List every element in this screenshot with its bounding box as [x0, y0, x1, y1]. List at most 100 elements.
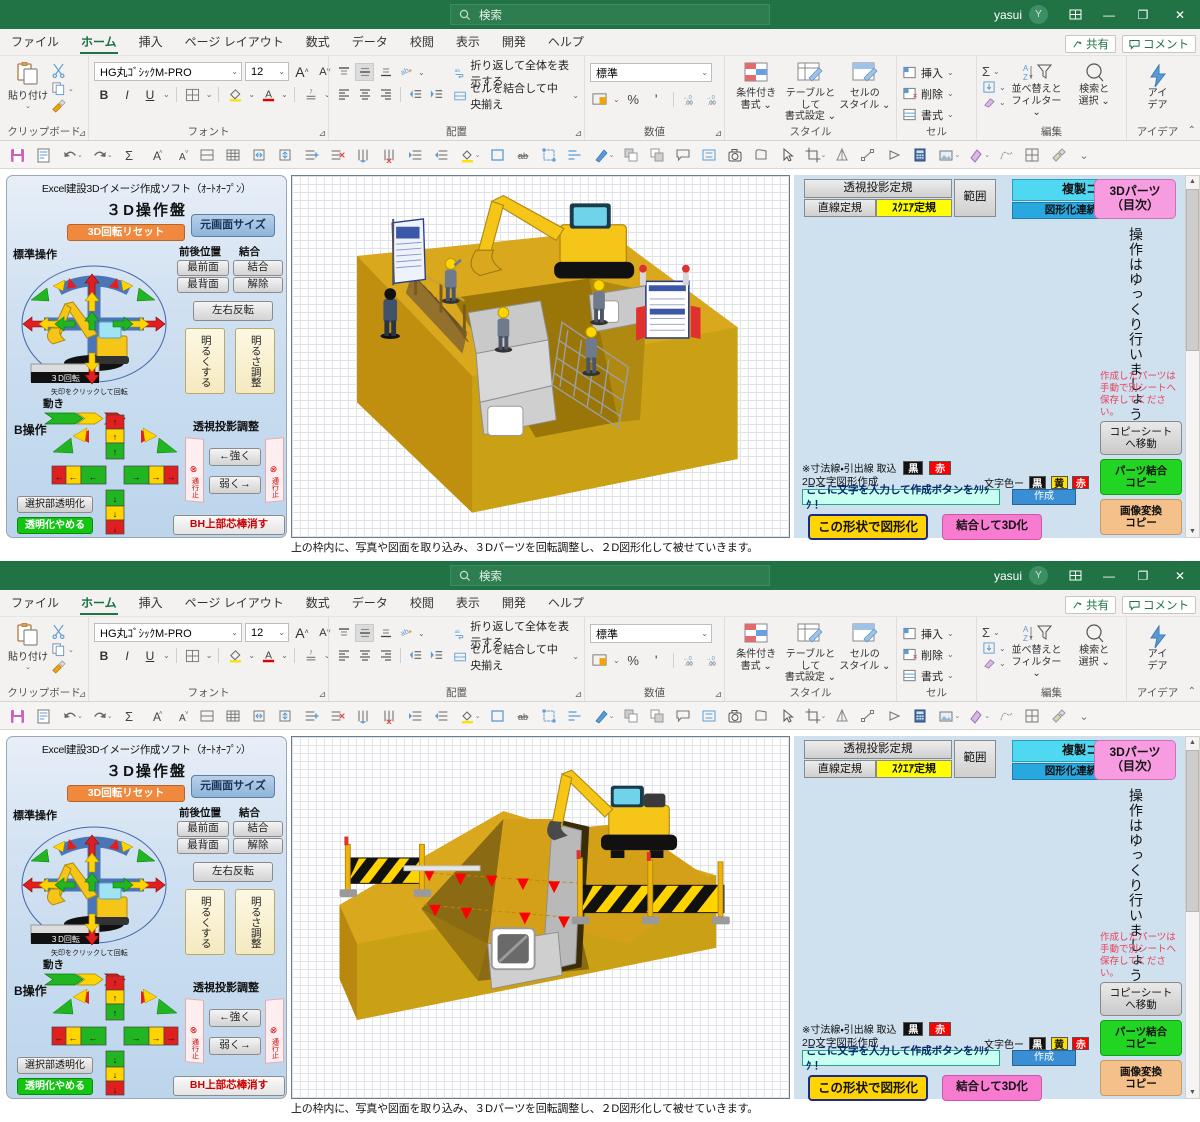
- save-icon[interactable]: [4, 143, 30, 167]
- tab-help[interactable]: ヘルプ: [537, 591, 595, 616]
- tab-page-layout[interactable]: ページ レイアウト: [174, 591, 295, 616]
- image-convert-copy-button[interactable]: 画像変換 コピー: [1100, 1060, 1182, 1096]
- 3d-rotate-reset-button[interactable]: 3D回転リセット: [67, 785, 185, 802]
- decrease-font-icon[interactable]: A ˅: [168, 704, 194, 728]
- ungroup-button[interactable]: 解除: [233, 838, 283, 854]
- align-objects-icon[interactable]: [562, 704, 588, 728]
- restore-window-icon[interactable]: [1058, 561, 1092, 590]
- align-center-button[interactable]: [355, 85, 374, 103]
- perspective-weaker-button[interactable]: 弱く→: [209, 1037, 261, 1055]
- flip-icon[interactable]: [829, 704, 855, 728]
- increase-indent-button[interactable]: [427, 646, 446, 664]
- fill-button[interactable]: ⌄: [982, 81, 1006, 94]
- number-dialog-launcher-icon[interactable]: ⊿: [714, 689, 722, 700]
- cell-styles-button[interactable]: セルの スタイル ⌄: [839, 623, 891, 672]
- scroll-down-arrow-icon[interactable]: ▼: [1189, 526, 1196, 537]
- format-as-table-button[interactable]: テーブルとして 書式設定 ⌄: [784, 623, 836, 684]
- bring-to-front-button[interactable]: 最前面: [177, 260, 229, 276]
- fill-color-caret-icon[interactable]: ⌄: [248, 651, 255, 660]
- perspective-ruler-button[interactable]: 透視投影定規: [804, 740, 952, 759]
- ungroup-button[interactable]: 解除: [233, 277, 283, 293]
- italic-button[interactable]: I: [117, 85, 137, 104]
- freeform-icon[interactable]: [993, 704, 1019, 728]
- range-button[interactable]: 範囲: [954, 740, 996, 778]
- undo-caret-icon[interactable]: ⌄: [77, 712, 83, 720]
- tab-formulas[interactable]: 数式: [295, 30, 341, 55]
- minimize-button[interactable]: —: [1092, 561, 1126, 590]
- text-input-field[interactable]: ここに文字を入力して作成ボタンをｸﾘｯｸ！: [802, 1045, 1000, 1072]
- drawing-canvas[interactable]: [291, 736, 790, 1099]
- brighten-button[interactable]: 明るくする: [185, 328, 225, 394]
- insert-column-icon[interactable]: [350, 143, 376, 167]
- selection-pane-icon[interactable]: [696, 143, 722, 167]
- clear-button[interactable]: ⌄: [982, 657, 1006, 670]
- delete-cells-button[interactable]: ✕ 削除⌄: [902, 644, 954, 665]
- clipboard-dialog-launcher-icon[interactable]: ⊿: [78, 689, 86, 700]
- create-text-button[interactable]: 作成: [1012, 489, 1076, 505]
- autosum-button[interactable]: Σ ⌄: [982, 625, 1006, 640]
- picture-caret-icon[interactable]: ⌄: [954, 151, 960, 159]
- send-to-back-button[interactable]: 最背面: [177, 277, 229, 293]
- copy-button[interactable]: ⌄: [51, 642, 74, 657]
- merge-caret-icon[interactable]: ⌄: [572, 652, 579, 661]
- underline-button[interactable]: U: [140, 85, 160, 104]
- strikethrough-icon[interactable]: ab: [510, 143, 536, 167]
- square-ruler-button[interactable]: ｽｸｴｱ定規: [876, 199, 952, 217]
- eraser-caret-icon[interactable]: ⌄: [984, 712, 990, 720]
- tab-view[interactable]: 表示: [445, 30, 491, 55]
- edit-points-icon[interactable]: [855, 143, 881, 167]
- tab-review[interactable]: 校閲: [399, 591, 445, 616]
- scroll-up-arrow-icon[interactable]: ▲: [1189, 737, 1196, 748]
- borders-caret-icon[interactable]: ⌄: [206, 90, 213, 99]
- font-color-button[interactable]: A: [258, 85, 278, 104]
- pen-caret-icon[interactable]: ⌄: [609, 151, 615, 159]
- original-size-button[interactable]: 元画面サイズ: [191, 775, 275, 798]
- search-input[interactable]: 検索: [450, 4, 770, 25]
- percent-style-button[interactable]: %: [624, 651, 643, 669]
- align-bottom-button[interactable]: [376, 63, 395, 81]
- stop-transparent-button[interactable]: 透明化やめる: [17, 517, 93, 534]
- ideas-button[interactable]: アイ デア: [1136, 625, 1180, 672]
- delete-column-icon[interactable]: [376, 143, 402, 167]
- italic-button[interactable]: I: [117, 646, 137, 665]
- tab-developer[interactable]: 開発: [491, 30, 537, 55]
- borders-button[interactable]: [183, 646, 203, 665]
- text-orientation-button[interactable]: ab: [397, 624, 416, 642]
- fill-color-button[interactable]: [225, 85, 245, 104]
- text-orientation-button[interactable]: ab: [397, 63, 416, 81]
- scroll-down-arrow-icon[interactable]: ▼: [1189, 1087, 1196, 1098]
- number-format-select[interactable]: 標準 ⌄: [590, 624, 712, 643]
- more-commands-icon[interactable]: ⌄: [1071, 704, 1097, 728]
- text-color-red-chip[interactable]: 赤: [1072, 1037, 1090, 1051]
- number-format-select[interactable]: 標準 ⌄: [590, 63, 712, 82]
- tab-help[interactable]: ヘルプ: [537, 30, 595, 55]
- align-objects-icon[interactable]: [562, 143, 588, 167]
- align-right-button[interactable]: [376, 646, 395, 664]
- insert-row-icon[interactable]: [298, 143, 324, 167]
- underline-button[interactable]: U: [140, 646, 160, 665]
- indent-decrease-icon[interactable]: [428, 704, 454, 728]
- insert-row-icon[interactable]: [298, 704, 324, 728]
- flip-icon[interactable]: [829, 143, 855, 167]
- column-width-icon[interactable]: [272, 704, 298, 728]
- bh-remove-button[interactable]: BH上部芯棒消す: [173, 1076, 285, 1096]
- rotate-left-icon[interactable]: [881, 143, 907, 167]
- increase-decimal-button[interactable]: ←0.00: [681, 651, 700, 669]
- dim-color-red-chip[interactable]: 赤: [929, 1021, 952, 1036]
- font-size-select[interactable]: 12 ⌄: [245, 62, 289, 81]
- edit-points-icon[interactable]: [855, 704, 881, 728]
- font-dialog-launcher-icon[interactable]: ⊿: [318, 689, 326, 700]
- align-bottom-button[interactable]: [376, 624, 395, 642]
- format-painter-button[interactable]: [51, 660, 74, 675]
- insert-column-icon[interactable]: [350, 704, 376, 728]
- send-back-icon[interactable]: [644, 143, 670, 167]
- bh-remove-button[interactable]: BH上部芯棒消す: [173, 515, 285, 535]
- autosum-button[interactable]: Σ ⌄: [982, 64, 1006, 79]
- accounting-format-button[interactable]: [590, 651, 609, 669]
- group-objects-icon[interactable]: [536, 704, 562, 728]
- group-button[interactable]: 結合: [233, 821, 283, 837]
- selection-pane-icon[interactable]: [696, 704, 722, 728]
- merge-center-button[interactable]: セルを結合して中央揃え ⌄: [454, 83, 579, 111]
- autosum-icon[interactable]: Σ: [116, 143, 142, 167]
- paste-button[interactable]: 貼り付け ⌄: [5, 620, 51, 671]
